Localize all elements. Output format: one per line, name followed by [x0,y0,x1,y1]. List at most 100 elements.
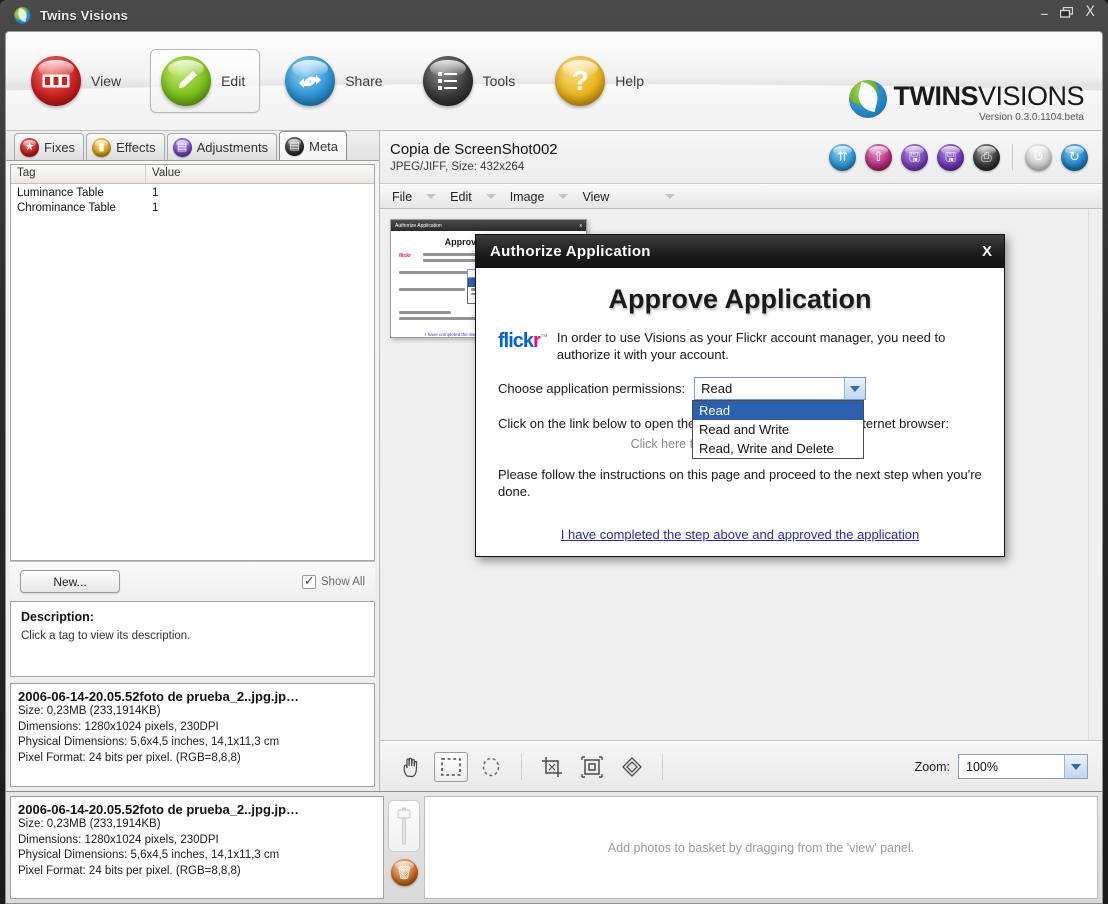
redo-glyph: ↻ [1069,149,1080,165]
rotate-tool-button[interactable] [615,752,649,782]
restore-button[interactable] [1060,6,1074,18]
completed-step-link[interactable]: I have completed the step above and appr… [561,527,919,542]
basket-icon[interactable]: 🗑 [390,859,418,886]
cell-tag: Luminance Table [17,187,104,199]
save-as-icon[interactable]: ⇧ [865,143,892,171]
ribbon-item-view[interactable]: View [20,49,136,113]
new-tag-button[interactable]: New... [20,570,120,593]
show-all-checkbox-row[interactable]: Show All [301,573,365,589]
save-icon[interactable]: 🖫 [901,143,928,171]
ribbon-label-edit: Edit [221,73,246,89]
diamond-icon [622,756,642,777]
dropdown-option-read-write[interactable]: Read and Write [693,420,863,439]
show-all-checkbox[interactable] [301,573,316,589]
upload-icon[interactable]: ⇈ [829,143,856,171]
close-button[interactable]: X [1085,5,1095,19]
menu-image[interactable]: Image [510,190,569,204]
table-row[interactable]: Chrominance Table 1 [11,201,374,216]
dialog-close-button[interactable]: X [982,243,992,260]
redo-icon[interactable]: ↻ [1061,143,1088,171]
chevron-down-icon [558,194,569,199]
file-physical-dimensions: Physical Dimensions: 5,6x4,5 inches, 14,… [18,736,280,748]
save-glyph: 🖫 [908,149,921,165]
thumbnail-text-line [399,288,465,291]
menu-file[interactable]: File [392,190,437,204]
dialog-intro-text: In order to use Visions as your Flickr a… [556,330,946,362]
save-as-glyph: ⇧ [873,149,884,165]
minimize-button[interactable]: – [1040,6,1048,22]
window-title: Twins Visions [40,8,129,23]
permissions-row: Choose application permissions: Read Rea… [498,377,982,459]
ribbon-item-tools[interactable]: Tools [412,49,531,113]
tab-effects[interactable]: ▮ Effects [86,133,165,160]
crop-tool-button[interactable] [535,752,569,782]
permissions-selected-value: Read [701,381,733,396]
resize-canvas-tool-button[interactable] [575,752,609,782]
file-name: 2006-06-14-20.05.52foto de prueba_2..jpg… [18,689,300,704]
file-size: Size: 0,23MB (233,1914KB) [18,705,161,717]
tab-meta[interactable]: ▤ Meta [279,131,348,160]
permissions-select[interactable]: Read [694,377,867,400]
hand-icon [403,757,418,777]
dialog-title: Authorize Application [490,243,651,260]
basket-slider-control[interactable] [388,800,420,852]
basket-placeholder: Add photos to basket by dragging from th… [607,840,915,855]
image-canvas[interactable]: Authorize Application x Approve Applicat… [380,209,1102,741]
brand-text: TWINSVISIONS Version 0.3.0.1104.beta [893,80,1084,123]
ribbon-item-share[interactable]: Share [274,49,397,113]
hand-tool-button[interactable] [394,752,428,782]
thumbnail-text-line [399,311,451,314]
film-strip-icon [31,56,81,106]
chevron-down-icon[interactable] [1064,755,1087,778]
undo-icon[interactable]: ↺ [1025,143,1052,171]
undo-glyph: ↺ [1033,149,1044,165]
toolstrip-tools [394,751,670,782]
dropdown-option-read-write-delete[interactable]: Read, Write and Delete [693,439,863,458]
left-panel-tabs: ★ Fixes ▮ Effects ▤ Adjustments ▤ Meta [6,131,379,161]
tab-adjustments[interactable]: ▤ Adjustments [166,133,278,160]
brand-name-thin: VISIONS [977,81,1085,111]
basket-file-pixel-format: Pixel Format: 24 bits per pixel. (RGB=8,… [18,864,241,877]
ribbon-item-edit[interactable]: Edit [150,49,261,113]
dropdown-option-read[interactable]: Read [693,401,863,420]
description-text: Click a tag to view its description. [21,630,191,642]
permissions-dropdown-list[interactable]: Read Read and Write Read, Write and Dele… [692,400,864,459]
brand-name: TWINSVISIONS [893,83,1084,110]
rect-select-tool-button[interactable] [434,751,468,782]
chevron-down-icon [426,194,437,199]
dialog-heading: Approve Application [608,284,872,314]
description-title: Description: [21,610,94,624]
print-icon[interactable]: ⎙ [973,143,1000,171]
slider-icon [397,807,411,845]
menu-view[interactable]: View [582,190,676,204]
basket-bar: 2006-06-14-20.05.52foto de prueba_2..jpg… [5,792,1103,904]
menu-edit-label: Edit [450,189,472,204]
ribbon-item-help[interactable]: ? Help [544,49,659,113]
basket-dropzone[interactable]: Add photos to basket by dragging from th… [424,796,1098,899]
menu-edit[interactable]: Edit [450,190,496,204]
brand-version: Version 0.3.0.1104.beta [979,112,1084,123]
save-copy-icon[interactable]: 🖫 [937,143,964,171]
toolbar-divider [1012,144,1013,170]
print-glyph: ⎙ [981,149,992,165]
show-all-label: Show All [320,575,365,588]
thumbnail-titlebar: Authorize Application x [391,220,586,231]
file-info-panel: 2006-06-14-20.05.52foto de prueba_2..jpg… [10,683,375,787]
file-pixel-format: Pixel Format: 24 bits per pixel. (RGB=8,… [18,751,241,764]
basket-file-physical: Physical Dimensions: 5,6x4,5 inches, 14,… [18,849,280,861]
sliders-icon: ▤ [172,137,192,157]
tab-fixes[interactable]: ★ Fixes [14,133,85,160]
zoom-select[interactable]: 100% [958,754,1088,779]
rect-select-icon [441,757,461,776]
ellipse-select-tool-button[interactable] [474,752,508,782]
chevron-down-icon[interactable] [844,378,866,399]
brush-icon: ▮ [92,137,112,157]
table-row[interactable]: Luminance Table 1 [11,186,374,201]
cell-value: 1 [152,187,159,199]
title-bar: Twins Visions – X [5,0,1103,31]
page-title: Copia de ScreenShot002 [390,141,558,158]
document-lines-glyph: ▤ [289,139,300,152]
canvas-scrollbar[interactable] [1088,209,1102,740]
app-logo-icon [14,7,31,24]
ribbon-label-help: Help [615,73,645,89]
